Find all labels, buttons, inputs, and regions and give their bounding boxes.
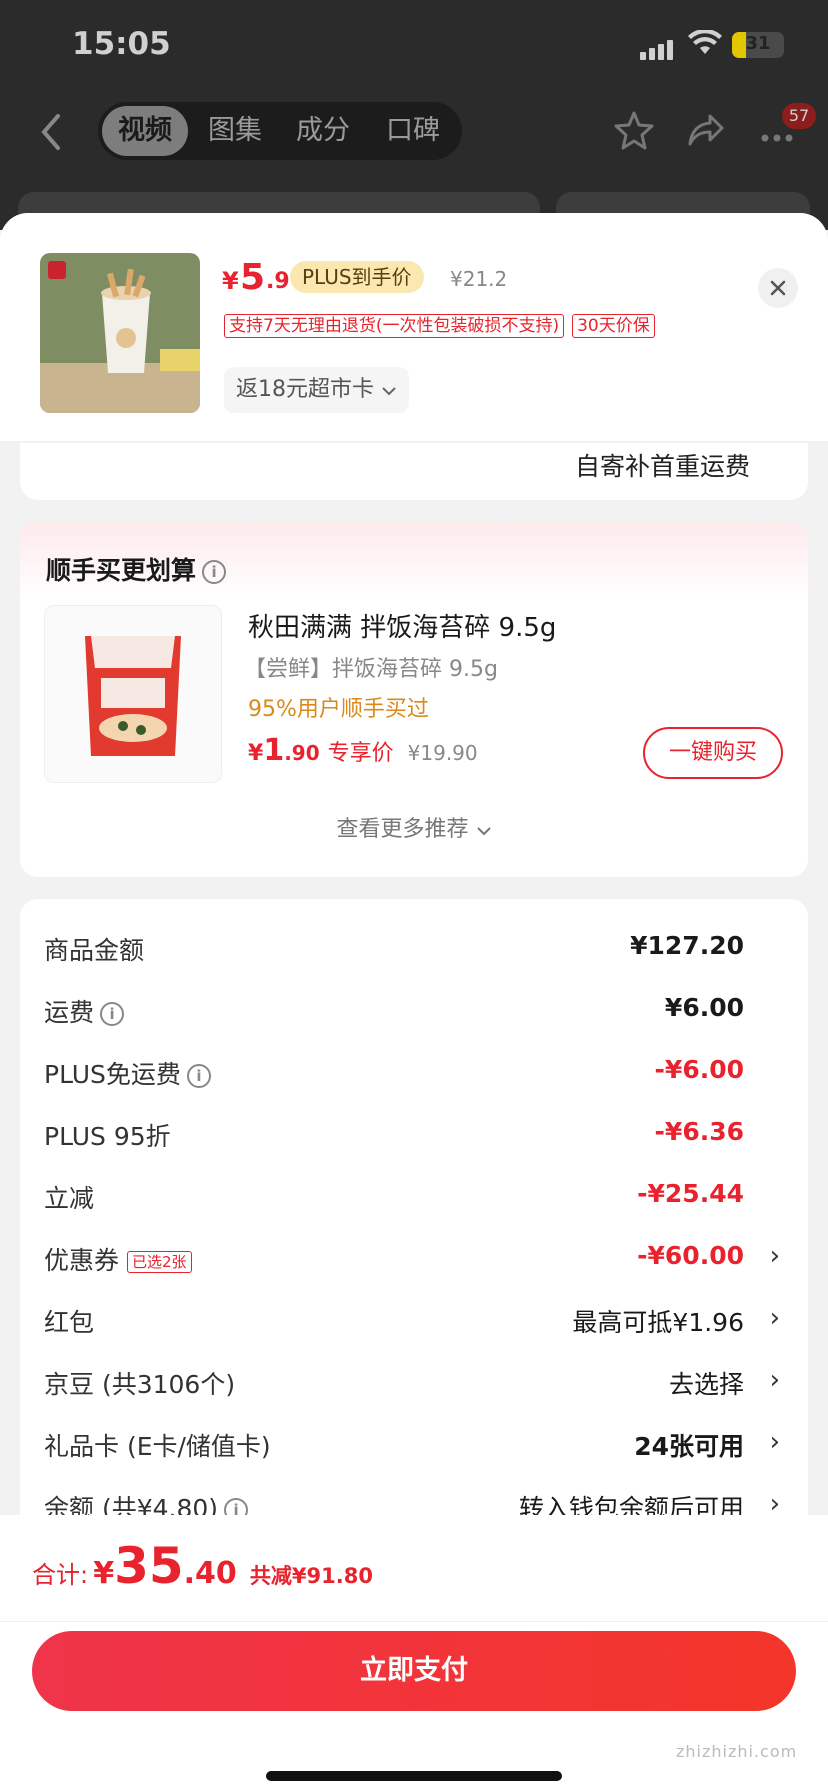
recommendation-title: 顺手买更划算 i <box>46 551 227 587</box>
home-indicator <box>266 1771 562 1781</box>
product-thumbnail <box>40 253 200 413</box>
close-icon <box>770 280 786 296</box>
row-value: -¥25.44 <box>637 1179 744 1208</box>
share-icon[interactable] <box>686 110 726 154</box>
return-policy-tag: 支持7天无理由退货(一次性包装破损不支持) <box>224 314 565 338</box>
total-label: 合计: <box>32 1561 89 1589</box>
shipping-note: 自寄补首重运费 <box>574 452 750 481</box>
price-decimal: .9 <box>266 269 290 294</box>
row-label: 优惠券 <box>44 1246 120 1275</box>
price-decimal: .90 <box>284 741 320 765</box>
row-label: 京豆 (共3106个) <box>44 1370 236 1399</box>
total-symbol: ¥ <box>93 1556 115 1591</box>
summary-row-coupons[interactable]: 优惠券 已选2张 -¥60.00 › <box>20 1237 808 1277</box>
exclusive-price-tag: 专享价 <box>327 741 394 766</box>
summary-row-jingdou[interactable]: 京豆 (共3106个) 去选择 › <box>20 1361 808 1401</box>
info-icon[interactable]: i <box>202 560 227 584</box>
summary-row-plus-free-shipping: PLUS免运费 i -¥6.00 <box>20 1051 808 1091</box>
row-value: -¥6.36 <box>654 1117 744 1146</box>
row-value: 去选择 <box>668 1370 744 1399</box>
original-price: ¥21.2 <box>450 267 508 291</box>
summary-row-goods-amount: 商品金额 ¥127.20 <box>20 927 808 967</box>
cart-count-badge: 57 <box>782 103 816 129</box>
row-label: 红包 <box>44 1308 95 1337</box>
summary-row-plus-discount: PLUS 95折 -¥6.36 <box>20 1113 808 1153</box>
cellular-signal-icon <box>640 40 676 60</box>
media-tabs: 视频 图集 成分 口碑 <box>98 102 462 160</box>
order-total: 合计: ¥35.40 共减¥91.80 <box>32 1537 373 1595</box>
price-symbol: ¥ <box>248 741 264 766</box>
row-label: 商品金额 <box>44 936 145 965</box>
status-time: 15:05 <box>72 26 171 62</box>
close-button[interactable] <box>758 268 798 308</box>
row-label: 礼品卡 (E卡/储值卡) <box>44 1432 271 1461</box>
status-bar: 15:05 31 <box>0 0 828 90</box>
back-icon[interactable] <box>36 110 66 154</box>
recommended-product-price: ¥1.90 专享价 ¥19.90 <box>248 733 478 773</box>
recommended-product-name[interactable]: 秋田满满 拌饭海苔碎 9.5g <box>248 607 556 644</box>
row-label: PLUS免运费 <box>44 1060 181 1089</box>
price-integer: 5 <box>240 257 266 298</box>
info-icon[interactable]: i <box>100 1002 125 1026</box>
tab-ingredients[interactable]: 成分 <box>296 102 350 160</box>
total-integer: 35 <box>114 1537 184 1595</box>
summary-row-red-packet[interactable]: 红包 最高可抵¥1.96 › <box>20 1299 808 1339</box>
rebate-label: 返18元超市卡 <box>236 377 374 402</box>
wifi-icon <box>688 28 722 60</box>
more-recommendations-link[interactable]: 查看更多推荐 <box>20 811 808 843</box>
divider <box>0 1621 828 1622</box>
chevron-right-icon: › <box>769 1303 780 1333</box>
battery-icon: 31 <box>732 32 784 58</box>
rebate-dropdown[interactable]: 返18元超市卡 <box>224 367 409 413</box>
chevron-right-icon: › <box>769 1241 780 1271</box>
summary-row-instant-discount: 立减 -¥25.44 <box>20 1175 808 1215</box>
battery-level: 31 <box>745 33 771 54</box>
chevron-right-icon: › <box>769 1427 780 1457</box>
chevron-down-icon <box>476 817 492 842</box>
original-price: ¥19.90 <box>407 741 478 765</box>
star-icon[interactable] <box>614 110 654 154</box>
tab-gallery[interactable]: 图集 <box>208 102 262 160</box>
chevron-right-icon: › <box>769 1365 780 1395</box>
pay-now-button[interactable]: 立即支付 <box>32 1631 796 1711</box>
info-icon[interactable]: i <box>186 1064 211 1088</box>
row-label: PLUS 95折 <box>44 1122 171 1151</box>
price-integer: 1 <box>263 733 285 768</box>
one-click-buy-button[interactable]: 一键购买 <box>643 727 783 779</box>
order-summary: 商品金额 ¥127.20 运费 i ¥6.00 PLUS免运费 i -¥6.00 P… <box>20 899 808 1599</box>
price-protect-tag: 30天价保 <box>572 314 655 338</box>
recommended-product-subtitle: 【尝鲜】拌饭海苔碎 9.5g <box>244 657 498 682</box>
total-saved: 共减¥91.80 <box>249 1564 373 1588</box>
row-label: 立减 <box>44 1184 95 1213</box>
tab-video[interactable]: 视频 <box>102 106 188 156</box>
row-value: -¥6.00 <box>654 1055 744 1084</box>
promo-tags: 支持7天无理由退货(一次性包装破损不支持) 30天价保 <box>224 314 663 340</box>
row-value: 最高可抵¥1.96 <box>572 1308 744 1337</box>
row-value: 24张可用 <box>634 1432 744 1461</box>
more-recommendations-label: 查看更多推荐 <box>336 817 469 842</box>
product-header: ¥ 5 .9 PLUS到手价 ¥21.2 支持7天无理由退货(一次性包装破损不支… <box>0 213 828 441</box>
chevron-down-icon <box>381 377 397 402</box>
plus-price-tag: PLUS到手价 <box>290 261 424 293</box>
total-decimal: .40 <box>183 1556 237 1591</box>
row-value: ¥127.20 <box>630 931 744 960</box>
more-icon[interactable] <box>760 128 794 147</box>
row-value: ¥6.00 <box>664 993 744 1022</box>
coupon-selected-badge: 已选2张 <box>127 1251 192 1273</box>
summary-row-shipping: 运费 i ¥6.00 <box>20 989 808 1029</box>
row-label: 运费 <box>44 998 95 1027</box>
watermark: zhizhizhi.com <box>676 1742 798 1761</box>
recommendation-title-text: 顺手买更划算 <box>46 556 197 585</box>
recommendation-card: 顺手买更划算 i 秋田满满 拌饭海苔碎 9.5g 【尝鲜】拌饭海苔碎 9.5g 9… <box>20 521 808 877</box>
row-value: -¥60.00 <box>637 1241 744 1270</box>
tab-reviews[interactable]: 口碑 <box>386 102 440 160</box>
recommended-product-image[interactable] <box>44 605 222 783</box>
shipping-card: 自寄补首重运费 <box>20 443 808 500</box>
buyers-note: 95%用户顺手买过 <box>248 697 429 722</box>
summary-row-gift-card[interactable]: 礼品卡 (E卡/储值卡) 24张可用 › <box>20 1423 808 1463</box>
price-symbol: ¥ <box>222 267 239 295</box>
